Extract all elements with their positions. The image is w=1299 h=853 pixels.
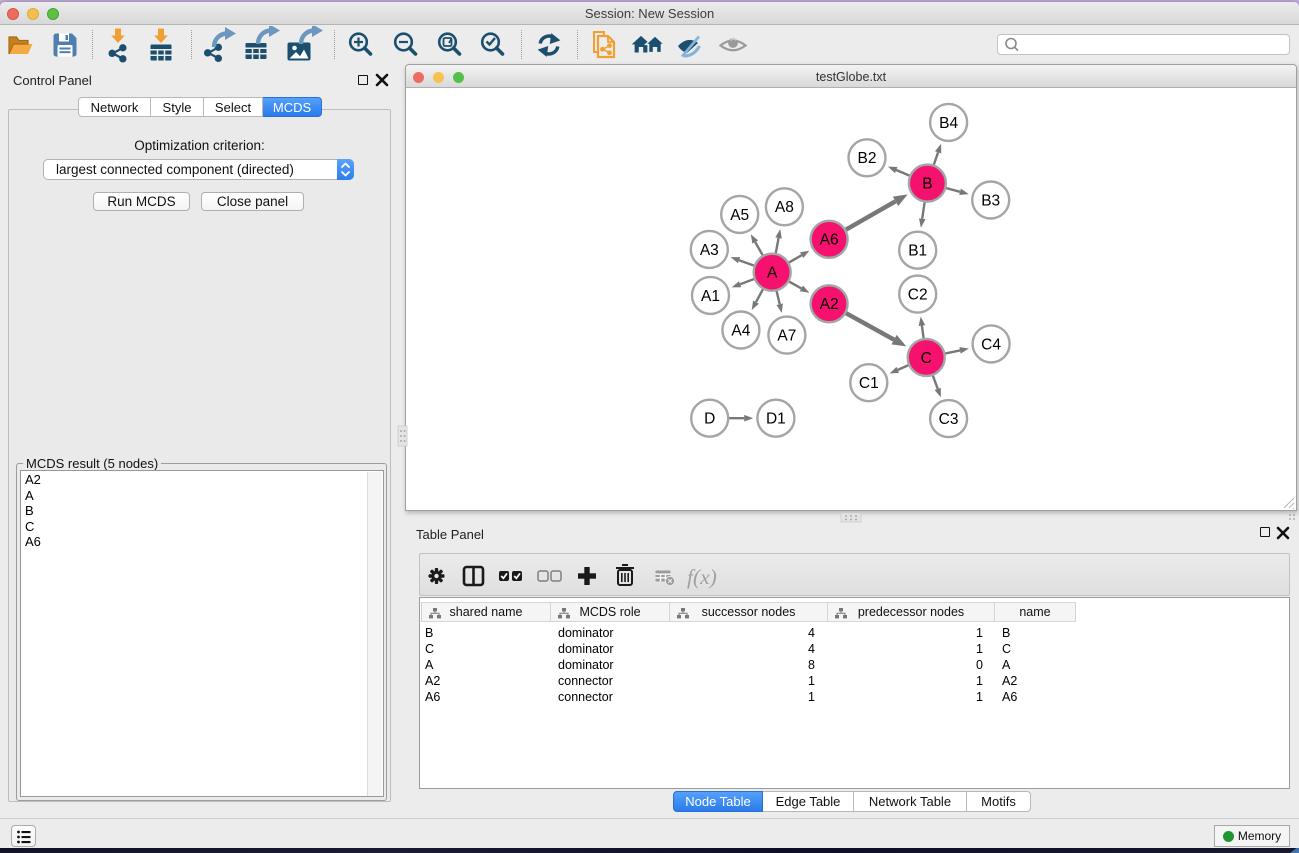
svg-text:f(x): f(x) <box>687 565 717 589</box>
svg-text:C1: C1 <box>859 375 879 392</box>
svg-text:C3: C3 <box>939 411 959 428</box>
svg-text:B2: B2 <box>858 150 877 167</box>
svg-text:D: D <box>704 411 715 428</box>
svg-text:C2: C2 <box>908 287 928 304</box>
svg-text:A1: A1 <box>701 288 720 305</box>
svg-text:A8: A8 <box>775 199 794 216</box>
svg-text:B3: B3 <box>981 192 1000 209</box>
svg-text:C: C <box>921 350 932 367</box>
svg-text:A5: A5 <box>730 207 749 224</box>
svg-text:B1: B1 <box>908 243 927 260</box>
svg-text:B4: B4 <box>939 115 958 132</box>
svg-text:C4: C4 <box>981 336 1001 353</box>
svg-text:A: A <box>767 265 778 282</box>
svg-text:A3: A3 <box>700 242 719 259</box>
svg-text:B: B <box>922 176 932 193</box>
svg-text:A6: A6 <box>820 232 839 249</box>
svg-text:A2: A2 <box>820 296 839 313</box>
svg-text:A7: A7 <box>777 328 796 345</box>
svg-text:D1: D1 <box>766 411 786 428</box>
svg-text:A4: A4 <box>731 322 750 339</box>
